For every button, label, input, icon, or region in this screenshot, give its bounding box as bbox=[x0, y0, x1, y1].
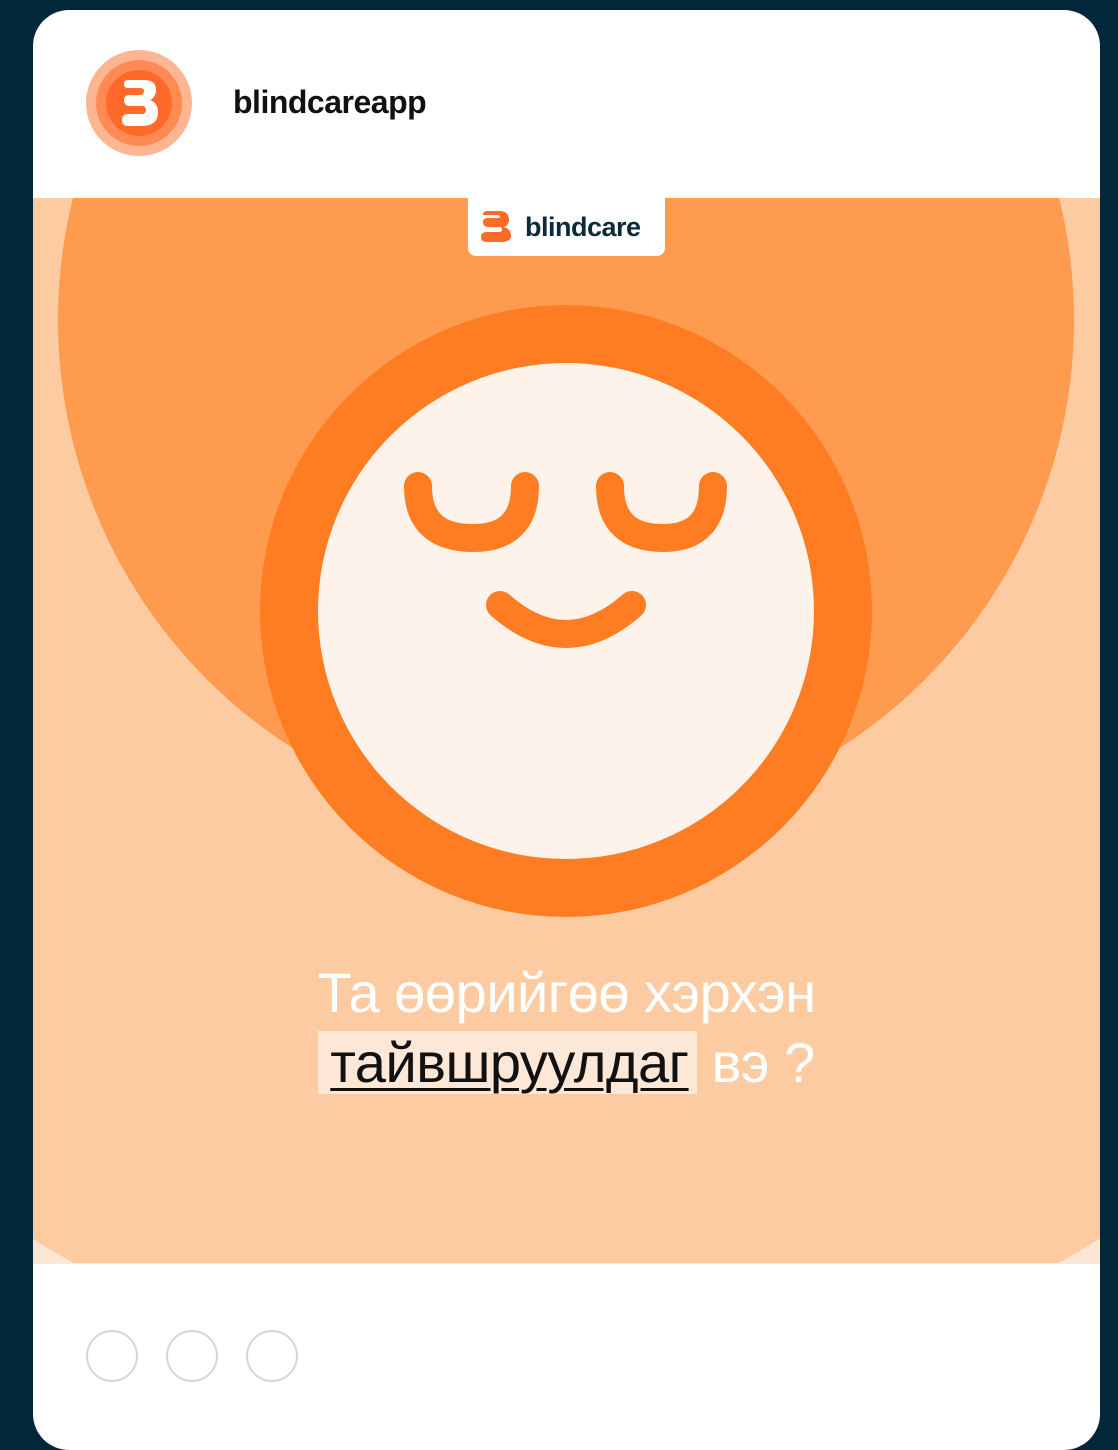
avatar[interactable] bbox=[86, 50, 192, 156]
post-image: blindcare Та өөрийгөө хэрхэн тайвшруулда… bbox=[33, 198, 1100, 1263]
carousel-dot-2[interactable] bbox=[166, 1330, 218, 1382]
carousel-dot-1[interactable] bbox=[86, 1330, 138, 1382]
carousel-dot-3[interactable] bbox=[246, 1330, 298, 1382]
headline-line-1: Та өөрийгөө хэрхэн bbox=[317, 961, 816, 1024]
blindcare-logo-icon bbox=[86, 50, 192, 156]
calm-face-icon bbox=[318, 363, 814, 859]
brand-tag: blindcare bbox=[468, 198, 665, 256]
headline-line-2-rest: вэ ? bbox=[696, 1031, 816, 1094]
headline-highlight: тайвшруулдаг bbox=[318, 1031, 697, 1094]
post-footer bbox=[33, 1263, 1100, 1450]
headline: Та өөрийгөө хэрхэн тайвшруулдаг вэ ? bbox=[33, 958, 1100, 1098]
blindcare-logo-icon bbox=[481, 211, 511, 242]
post-card: blindcareapp blindcare Та өөрийгөө хэрхэ… bbox=[33, 10, 1100, 1450]
brand-label: blindcare bbox=[525, 212, 641, 242]
headline-line-2: тайвшруулдаг вэ ? bbox=[33, 1028, 1100, 1098]
post-header: blindcareapp bbox=[33, 10, 1100, 198]
username[interactable]: blindcareapp bbox=[233, 84, 427, 121]
